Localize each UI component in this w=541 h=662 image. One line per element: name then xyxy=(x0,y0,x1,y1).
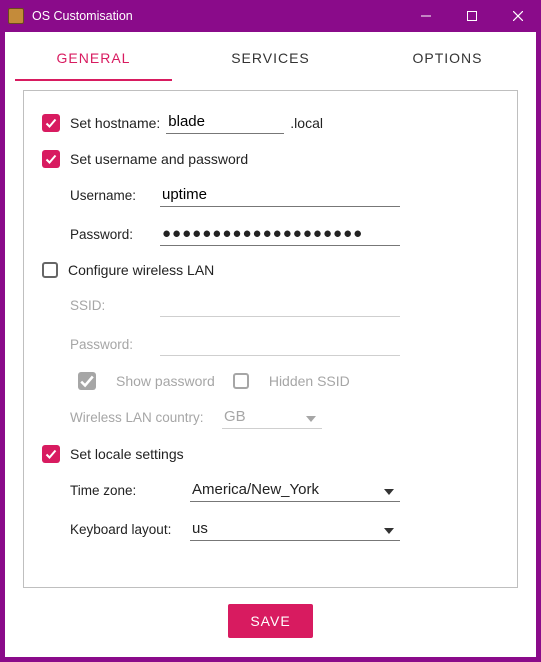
chevron-down-icon xyxy=(306,409,316,425)
client-area: GENERAL SERVICES OPTIONS Set hostname: .… xyxy=(5,32,536,657)
kb-select[interactable]: us xyxy=(190,518,400,541)
tz-select[interactable]: America/New_York xyxy=(190,479,400,502)
hostname-checkbox[interactable] xyxy=(42,114,60,132)
hostname-label: Set hostname: xyxy=(70,115,160,131)
save-bar: SAVE xyxy=(5,588,536,638)
showpw-checkbox xyxy=(78,372,96,390)
kb-value: us xyxy=(192,520,378,537)
tab-bar: GENERAL SERVICES OPTIONS xyxy=(5,32,536,84)
password-input[interactable]: ●●●●●●●●●●●●●●●●●●●● xyxy=(160,223,400,246)
titlebar: OS Customisation xyxy=(0,0,541,32)
save-button[interactable]: SAVE xyxy=(228,604,312,638)
userpass-checkbox[interactable] xyxy=(42,150,60,168)
showpw-label: Show password xyxy=(116,373,215,389)
tz-value: America/New_York xyxy=(192,481,378,498)
form-panel: Set hostname: .local Set username and pa… xyxy=(23,90,518,588)
app-icon xyxy=(8,8,24,24)
tz-label: Time zone: xyxy=(70,483,178,498)
wifi-password-label: Password: xyxy=(70,337,142,352)
minimize-button[interactable] xyxy=(403,0,449,32)
username-label: Username: xyxy=(70,188,142,203)
close-button[interactable] xyxy=(495,0,541,32)
wifi-password-input xyxy=(160,333,400,356)
userpass-label: Set username and password xyxy=(70,151,248,167)
tab-services[interactable]: SERVICES xyxy=(182,32,359,83)
chevron-down-icon xyxy=(384,521,394,537)
tab-options[interactable]: OPTIONS xyxy=(359,32,536,83)
wificountry-label: Wireless LAN country: xyxy=(70,410,210,425)
hostname-input[interactable] xyxy=(166,111,284,134)
hiddenssid-label: Hidden SSID xyxy=(269,373,350,389)
wificountry-select: GB xyxy=(222,406,322,429)
chevron-down-icon xyxy=(384,482,394,498)
locale-checkbox[interactable] xyxy=(42,445,60,463)
username-input[interactable] xyxy=(160,184,400,207)
password-label: Password: xyxy=(70,227,142,242)
hiddenssid-checkbox xyxy=(233,373,249,389)
tab-general[interactable]: GENERAL xyxy=(5,32,182,83)
wifi-checkbox[interactable] xyxy=(42,262,58,278)
wificountry-value: GB xyxy=(224,408,300,425)
maximize-button[interactable] xyxy=(449,0,495,32)
ssid-input xyxy=(160,294,400,317)
locale-label: Set locale settings xyxy=(70,446,184,462)
kb-label: Keyboard layout: xyxy=(70,522,178,537)
hostname-suffix: .local xyxy=(290,115,323,131)
ssid-label: SSID: xyxy=(70,298,142,313)
window-title: OS Customisation xyxy=(32,9,133,23)
window: OS Customisation GENERAL SERVICES OPTION… xyxy=(0,0,541,662)
wifi-label: Configure wireless LAN xyxy=(68,262,214,278)
